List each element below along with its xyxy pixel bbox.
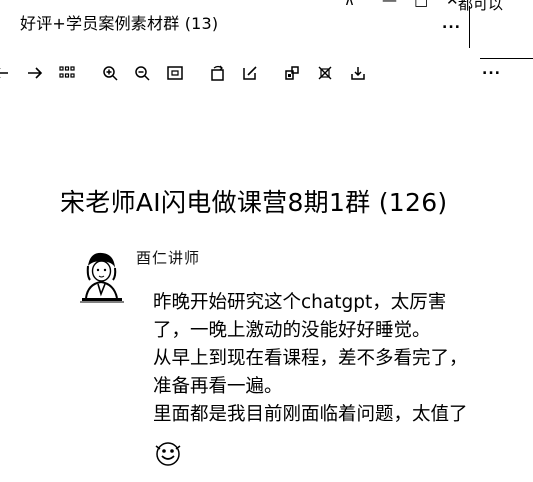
panel-underline <box>480 58 533 59</box>
message-line: 了，一晚上激动的没能好好睡觉。 <box>153 320 431 341</box>
zoom-in-icon[interactable] <box>101 64 119 82</box>
rotate-icon[interactable] <box>209 64 227 82</box>
image-viewer-window: 好评+学员案例素材群 (13) ⊼ — □ ✕ 都可以 ... ... 宋老师A… <box>0 0 533 482</box>
chat-group-title: 宋老师AI闪电做课营8期1群 (126) <box>60 188 448 217</box>
smile-emoji-icon <box>154 440 182 468</box>
message-line: 里面都是我目前刚面临着问题，太值了 <box>153 404 468 425</box>
message-line: 昨晚开始研究这个chatgpt，太厉害 <box>153 292 447 313</box>
edit-icon[interactable] <box>241 64 259 82</box>
window-title: 好评+学员案例素材群 (13) <box>20 14 219 33</box>
maximize-button[interactable]: □ <box>414 0 428 8</box>
forward-arrow-icon[interactable] <box>26 64 44 82</box>
sender-name: 酉仁讲师 <box>136 249 201 267</box>
more-menu-button[interactable]: ... <box>442 16 461 32</box>
chat-message: 昨晚开始研究这个chatgpt，太厉害 了，一晚上激动的没能好好睡觉。 从早上到… <box>153 289 533 429</box>
pin-window-button[interactable]: ⊼ <box>344 0 355 8</box>
fit-window-icon[interactable] <box>166 64 184 82</box>
sender-avatar <box>78 250 126 308</box>
overlapping-caption: 都可以 <box>458 0 504 13</box>
title-divider <box>469 6 470 48</box>
qr-scan-icon[interactable] <box>283 64 301 82</box>
zoom-out-icon[interactable] <box>133 64 151 82</box>
message-line: 从早上到现在看课程，差不多看完了， <box>153 348 468 369</box>
back-arrow-icon[interactable] <box>0 64 10 82</box>
close-button[interactable]: ✕ <box>446 0 459 8</box>
minimize-button[interactable]: — <box>382 0 397 8</box>
thumbnails-grid-icon[interactable] <box>58 64 76 82</box>
download-icon[interactable] <box>349 64 367 82</box>
message-line: 准备再看一遍。 <box>153 376 283 397</box>
crop-icon[interactable] <box>316 64 334 82</box>
toolbar-more-button[interactable]: ... <box>482 62 501 78</box>
